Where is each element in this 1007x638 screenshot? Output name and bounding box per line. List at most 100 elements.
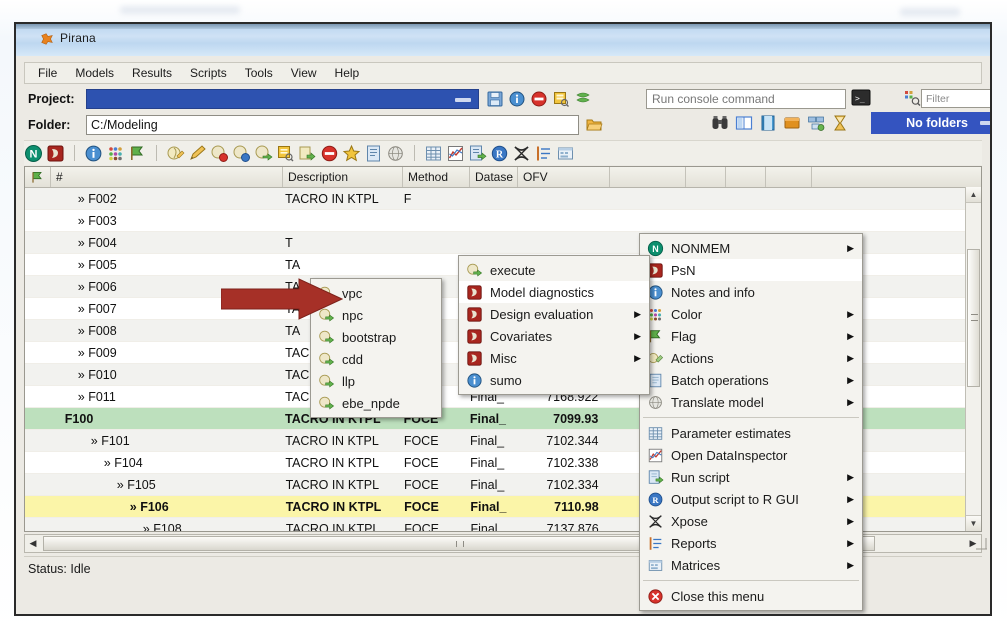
model-menu-item-nonmem[interactable]: N NONMEM ▶ — [640, 237, 862, 259]
psn-submenu-item-llp[interactable]: llp — [311, 370, 441, 392]
book-icon[interactable] — [759, 114, 777, 132]
menu-results[interactable]: Results — [123, 64, 181, 82]
scroll-thumb[interactable] — [967, 249, 980, 387]
binoculars-icon[interactable] — [711, 114, 729, 132]
table-vertical-scrollbar[interactable]: ▲ ▼ — [965, 187, 981, 531]
hscroll-left-arrow[interactable]: ◀ — [25, 535, 41, 552]
psn-menu-item-design-evaluation[interactable]: Design evaluation ▶ — [459, 303, 649, 325]
run-green-icon[interactable] — [254, 144, 273, 163]
nonmem-n-icon[interactable]: N — [24, 144, 43, 163]
stop-red-icon[interactable] — [320, 144, 339, 163]
menubar[interactable]: File Models Results Scripts Tools View H… — [24, 62, 982, 84]
open-folder-icon[interactable] — [585, 116, 603, 134]
model-menu-item-flag[interactable]: Flag ▶ — [640, 325, 862, 347]
window-resize-grip[interactable] — [974, 536, 988, 551]
table-header-col7[interactable] — [686, 167, 726, 187]
psn-menu-item-execute[interactable]: execute — [459, 259, 649, 281]
context-menu-psn[interactable]: execute Model diagnostics Design evaluatio… — [458, 255, 650, 395]
model-menu-item-actions[interactable]: Actions ▶ — [640, 347, 862, 369]
pencil-icon[interactable] — [188, 144, 207, 163]
table-header-flag[interactable] — [25, 167, 51, 187]
model-menu-item-batch-operations[interactable]: Batch operations ▶ — [640, 369, 862, 391]
r-gui-icon[interactable]: R — [490, 144, 509, 163]
copy-green-icon[interactable] — [298, 144, 317, 163]
refresh-icon[interactable] — [574, 90, 592, 108]
model-menu-item-psn[interactable]: PsN — [640, 259, 862, 281]
model-menu-item-run-script[interactable]: Run script ▶ — [640, 466, 862, 488]
report-icon[interactable] — [364, 144, 383, 163]
project-input[interactable] — [86, 89, 479, 109]
menu-tools[interactable]: Tools — [236, 64, 282, 82]
model-menu-item-xpose[interactable]: Xpose ▶ — [640, 510, 862, 532]
psn-menu-item-covariates[interactable]: Covariates ▶ — [459, 325, 649, 347]
filter-input[interactable]: Filter — [921, 89, 990, 108]
row-number-cell: » F003 — [77, 213, 117, 228]
model-menu-item-open-datainspector[interactable]: Open DataInspector — [640, 444, 862, 466]
model-menu-item-translate-model[interactable]: Translate model ▶ — [640, 391, 862, 413]
folder-box-icon[interactable] — [783, 114, 801, 132]
menu-file[interactable]: File — [29, 64, 66, 82]
filter-icon[interactable] — [903, 89, 921, 107]
no-folders-button[interactable]: No folders — [871, 112, 990, 134]
model-menu-item-close-this-menu[interactable]: Close this menu — [640, 585, 862, 607]
psn-icon[interactable] — [46, 144, 65, 163]
table-header-number[interactable]: # — [51, 167, 283, 187]
model-menu-item-matrices[interactable]: Matrices ▶ — [640, 554, 862, 576]
menu-scripts[interactable]: Scripts — [181, 64, 236, 82]
psn-submenu-item-bootstrap[interactable]: bootstrap — [311, 326, 441, 348]
xpose-icon[interactable] — [512, 144, 531, 163]
menu-view[interactable]: View — [282, 64, 326, 82]
hourglass-icon[interactable] — [831, 114, 849, 132]
model-menu-item-output-script-to-r-gui[interactable]: R Output script to R GUI ▶ — [640, 488, 862, 510]
menu-models[interactable]: Models — [66, 64, 123, 82]
duplicate-red-icon[interactable] — [210, 144, 229, 163]
model-menu-item-notes-and-info[interactable]: Notes and info — [640, 281, 862, 303]
notes-yellow-icon[interactable] — [276, 144, 295, 163]
table-icon — [646, 424, 664, 442]
menu-help[interactable]: Help — [326, 64, 369, 82]
stop-icon[interactable] — [530, 90, 548, 108]
table-header-col8[interactable] — [726, 167, 766, 187]
notes-icon[interactable] — [552, 90, 570, 108]
psn-menu-item-sumo[interactable]: sumo — [459, 369, 649, 391]
split-view-icon[interactable] — [735, 114, 753, 132]
duplicate-blue-icon[interactable] — [232, 144, 251, 163]
reports-icon[interactable] — [534, 144, 553, 163]
row-dataset-cell: Final_ — [470, 433, 505, 448]
model-menu-item-color[interactable]: Color ▶ — [640, 303, 862, 325]
scroll-down-arrow[interactable]: ▼ — [966, 515, 981, 531]
plot-icon[interactable] — [446, 144, 465, 163]
info-icon[interactable] — [508, 90, 526, 108]
folder-input[interactable]: C:/Modeling — [86, 115, 579, 135]
psn-menu-item-model-diagnostics[interactable]: Model diagnostics — [459, 281, 649, 303]
table-header-dataset[interactable]: Datase — [470, 167, 518, 187]
model-menu-item-reports[interactable]: Reports ▶ — [640, 532, 862, 554]
scroll-up-arrow[interactable]: ▲ — [966, 187, 981, 203]
table-header-col9[interactable] — [766, 167, 812, 187]
psn-submenu-item-cdd[interactable]: cdd — [311, 348, 441, 370]
psn-submenu-item-ebe-npde[interactable]: ebe_npde — [311, 392, 441, 414]
table-row[interactable]: » F002 TACRO IN KTPL F — [25, 188, 981, 210]
save-icon[interactable] — [486, 90, 504, 108]
translate-icon[interactable] — [386, 144, 405, 163]
table-row[interactable]: » F003 — [25, 210, 981, 232]
info-icon[interactable] — [84, 144, 103, 163]
star-icon[interactable] — [342, 144, 361, 163]
model-menu-item-parameter-estimates[interactable]: Parameter estimates — [640, 422, 862, 444]
script-run-icon[interactable] — [468, 144, 487, 163]
table-header-col6[interactable] — [610, 167, 686, 187]
table-header-description[interactable]: Description — [283, 167, 403, 187]
color-dots-icon[interactable] — [106, 144, 125, 163]
edit-model-icon[interactable] — [166, 144, 185, 163]
console-command-input[interactable]: Run console command — [646, 89, 846, 109]
table-header-col10[interactable] — [812, 167, 972, 187]
terminal-icon[interactable]: >_ — [851, 88, 871, 108]
table-icon[interactable] — [424, 144, 443, 163]
psn-menu-item-misc[interactable]: Misc ▶ — [459, 347, 649, 369]
network-icon[interactable] — [807, 114, 825, 132]
flag-icon[interactable] — [128, 144, 147, 163]
context-menu-model[interactable]: N NONMEM ▶ PsN Notes and info Color ▶ Flag ▶ Acti… — [639, 233, 863, 611]
matrices-icon[interactable] — [556, 144, 575, 163]
table-header-method[interactable]: Method — [403, 167, 470, 187]
table-header-ofv[interactable]: OFV — [518, 167, 610, 187]
